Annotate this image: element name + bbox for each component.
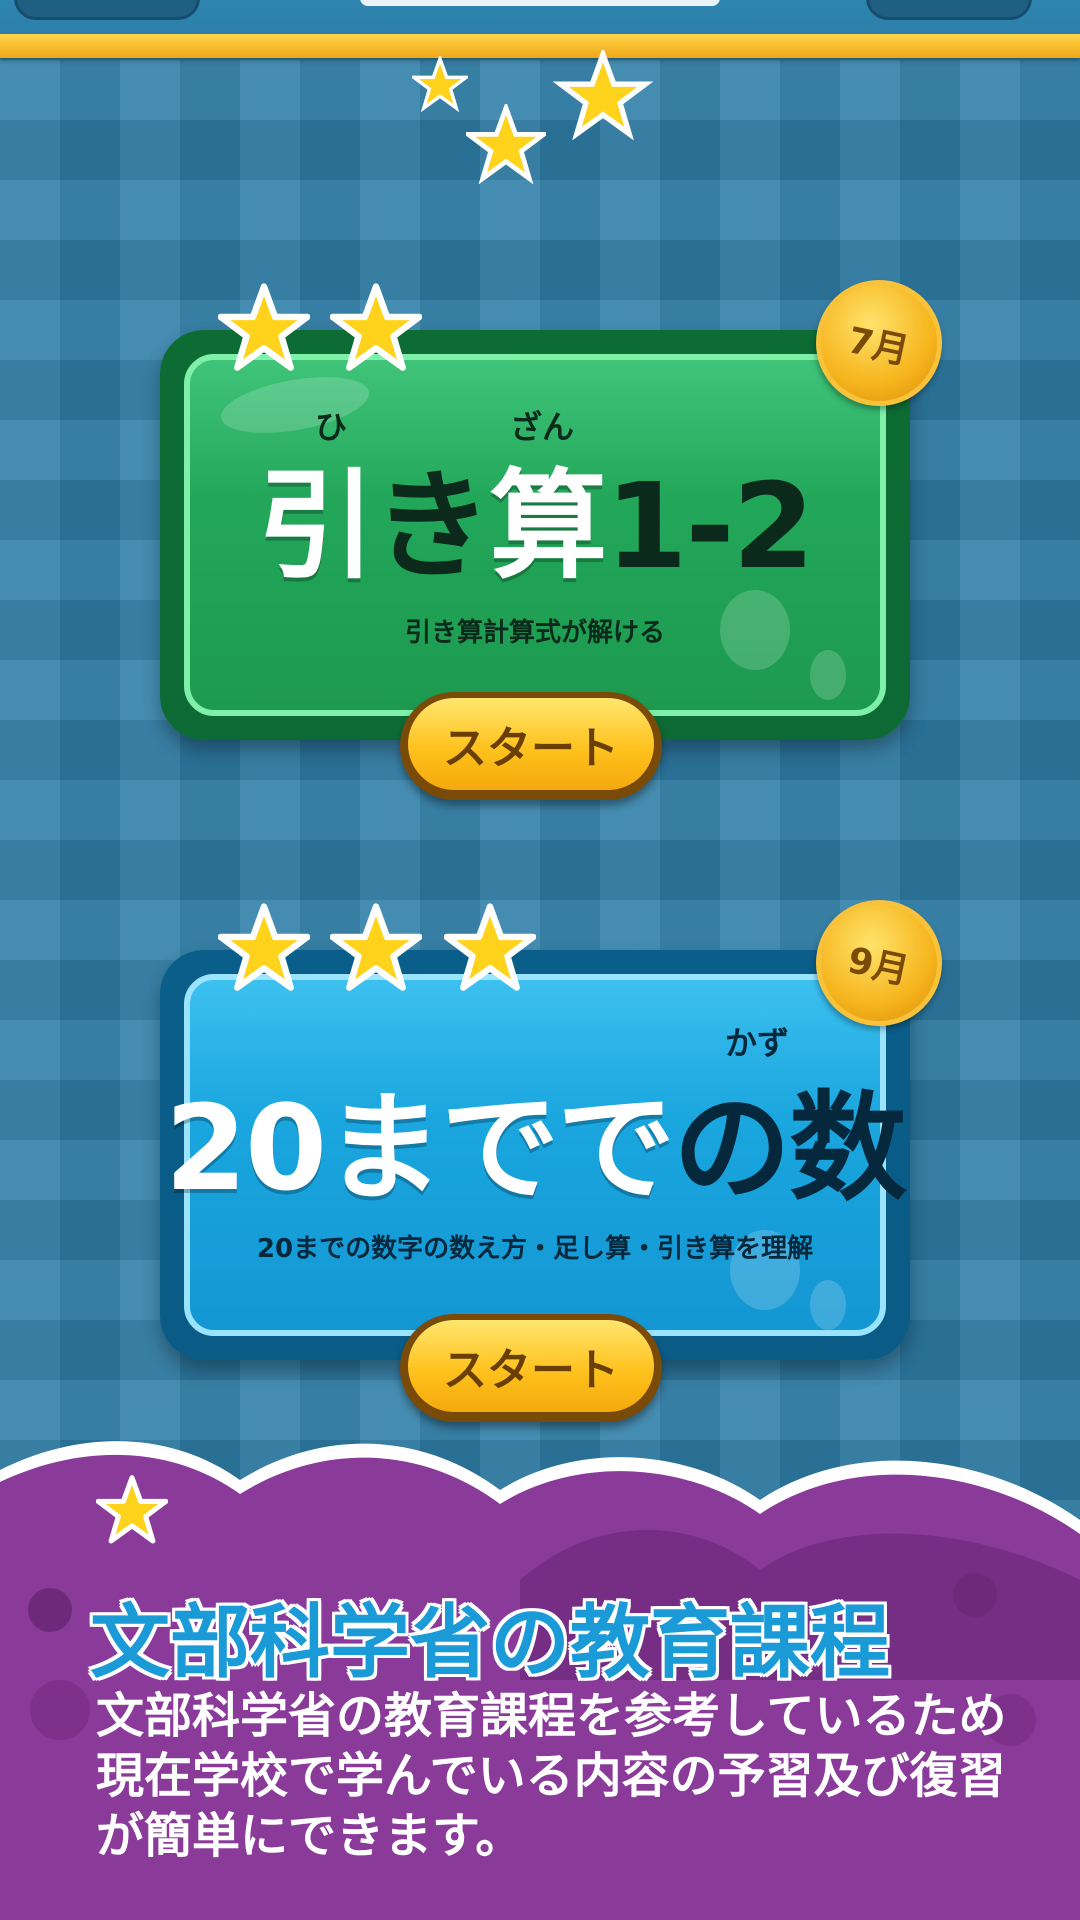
start-button-label: スタート	[408, 1320, 654, 1412]
star-icon	[466, 104, 546, 184]
header-strip	[0, 34, 1080, 58]
card-title: 20まででの数	[164, 1079, 907, 1217]
star-icon	[330, 903, 422, 991]
star-icon	[218, 283, 310, 371]
card-title: 引き算1-2	[257, 457, 814, 595]
lesson-card-subtraction[interactable]: ひ ざん 引き算1-2 引き算計算式が解ける	[160, 330, 910, 740]
card-description: 引き算計算式が解ける	[404, 618, 665, 648]
top-bar	[0, 0, 1080, 60]
star-icon	[444, 903, 536, 991]
start-button-label: スタート	[408, 698, 654, 790]
start-button[interactable]: スタート	[400, 692, 662, 800]
menu-button[interactable]	[866, 0, 1032, 20]
lesson-card-numbers-to-20[interactable]: かず 20まででの数 20までの数字の数え方・足し算・引き算を理解	[160, 950, 910, 1360]
start-button[interactable]: スタート	[400, 1314, 662, 1422]
star-icon	[96, 1475, 168, 1544]
card-description: 20までの数字の数え方・足し算・引き算を理解	[256, 1234, 814, 1264]
star-icon	[412, 56, 468, 112]
star-icon	[552, 50, 654, 140]
header-title	[360, 0, 720, 6]
footer-body: 文部科学省の教育課程を参考しているため 現在学校で学んでいる内容の予習及び復習 …	[96, 1688, 1007, 1864]
footer-title: 文部科学省の教育課程	[90, 1596, 890, 1689]
back-button[interactable]	[14, 0, 200, 20]
star-icon	[330, 283, 422, 371]
star-icon	[218, 903, 310, 991]
